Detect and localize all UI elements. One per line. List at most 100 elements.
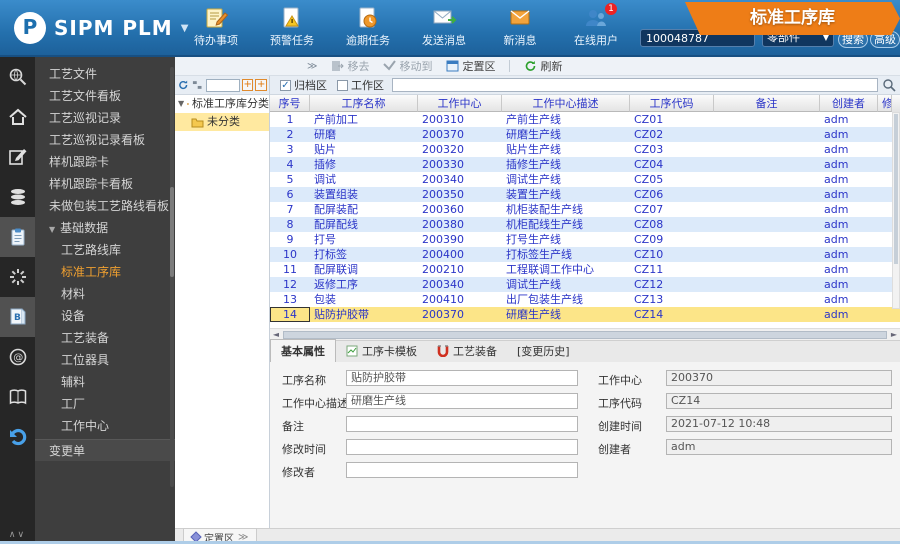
form-field-修改时间[interactable] xyxy=(346,439,578,455)
sidebar-item-11[interactable]: 材料 xyxy=(35,283,175,305)
sidebar-item-3[interactable]: 工艺巡视记录 xyxy=(35,107,175,129)
tab-2[interactable]: 工序卡模板 xyxy=(336,340,427,362)
scroll-left-icon[interactable]: ◄ xyxy=(270,330,282,339)
caret-down-icon[interactable]: ▼ xyxy=(178,95,184,113)
sidebar-item-label: 工作中心 xyxy=(61,419,110,433)
table-row[interactable]: 2 研磨 200370 研磨生产线 CZ02 adm xyxy=(270,127,900,142)
move-out-button[interactable]: 移去 xyxy=(331,58,369,74)
table-hscrollbar[interactable]: ◄ ► xyxy=(270,328,900,340)
hscroll-thumb[interactable] xyxy=(283,330,887,339)
form-field-工序名称[interactable]: 贴防护胶带 xyxy=(346,370,578,386)
tree-filter-input[interactable] xyxy=(205,78,240,92)
table-row[interactable]: 9 打号 200390 打号生产线 CZ09 adm xyxy=(270,232,900,247)
app-logo[interactable]: P SIPM PLM ▼ xyxy=(14,12,188,44)
tab-4[interactable]: [变更历史] xyxy=(507,340,580,362)
scroll-right-icon[interactable]: ► xyxy=(888,330,900,339)
column-header[interactable]: 工作中心 xyxy=(418,95,502,112)
table-row[interactable]: 3 贴片 200320 贴片生产线 CZ03 adm xyxy=(270,142,900,157)
column-header[interactable]: 序号 xyxy=(270,95,310,112)
table-row[interactable]: 1 产前加工 200310 产前生产线 CZ01 adm xyxy=(270,112,900,127)
table-cell xyxy=(878,112,892,127)
sidebar-item-7[interactable]: 未做包装工艺路线看板 xyxy=(35,195,175,217)
column-header[interactable]: 工序名称 xyxy=(310,95,418,112)
tab-3[interactable]: 工艺装备 xyxy=(427,340,507,362)
tree-expand-button[interactable]: + xyxy=(241,79,254,91)
table-row[interactable]: 6 装置组装 200350 装置生产线 CZ06 adm xyxy=(270,187,900,202)
support-icon[interactable]: @ xyxy=(0,337,35,377)
table-row[interactable]: 7 配屏装配 200360 机柜装配生产线 CZ07 adm xyxy=(270,202,900,217)
tree-add-button[interactable]: + xyxy=(255,79,267,91)
edit-icon[interactable] xyxy=(0,137,35,177)
home-icon[interactable] xyxy=(0,97,35,137)
column-header[interactable]: 工作中心描述 xyxy=(502,95,630,112)
tree-layers-icon[interactable] xyxy=(191,79,203,91)
workspace-checkbox[interactable] xyxy=(337,79,348,91)
sidebar-item-4[interactable]: 工艺巡视记录看板 xyxy=(35,129,175,151)
pinned-area-button[interactable]: 定置区 xyxy=(446,58,495,74)
header-button-2[interactable]: 预警任务 xyxy=(261,6,323,52)
table-row[interactable]: 5 调试 200340 调试生产线 CZ05 adm xyxy=(270,172,900,187)
table-row[interactable]: 8 配屏配线 200380 机柜配线生产线 CZ08 adm xyxy=(270,217,900,232)
header-button-3[interactable]: 逾期任务 xyxy=(337,6,399,52)
undo-icon[interactable] xyxy=(0,417,35,457)
sidebar-item-12[interactable]: 设备 xyxy=(35,305,175,327)
table-cell: adm xyxy=(824,248,849,261)
column-header[interactable]: 创建者 xyxy=(820,95,878,112)
rail-scroll-arrows[interactable]: ∧∨ xyxy=(0,530,35,540)
collapse-icon[interactable]: ≫ xyxy=(307,61,317,72)
column-header[interactable]: 备注 xyxy=(714,95,820,112)
column-header[interactable]: 修改者 xyxy=(878,95,892,112)
tree-root[interactable]: ▼ 标准工序库分类 xyxy=(175,95,269,113)
table-cell xyxy=(714,187,820,202)
sidebar-item-1[interactable]: 工艺文件 xyxy=(35,63,175,85)
table-row[interactable]: 4 插修 200330 插修生产线 CZ04 adm xyxy=(270,157,900,172)
sidebar-item-2[interactable]: 工艺文件看板 xyxy=(35,85,175,107)
table-cell xyxy=(878,232,892,247)
database-icon[interactable] xyxy=(0,177,35,217)
sidebar-item-18[interactable]: 变更单 xyxy=(35,439,175,461)
header-button-6[interactable]: 在线用户 1 xyxy=(565,3,627,52)
table-row[interactable]: 12 返修工序 200340 调试生产线 CZ12 adm xyxy=(270,277,900,292)
move-to-button[interactable]: 移动到 xyxy=(383,58,432,74)
table-row[interactable]: 13 包装 200410 出厂包装生产线 CZ13 adm xyxy=(270,292,900,307)
spinner-icon[interactable] xyxy=(0,257,35,297)
search-icon[interactable] xyxy=(882,78,896,92)
refresh-button[interactable]: 刷新 xyxy=(524,58,562,74)
table-filter-input[interactable] xyxy=(392,78,878,92)
sidebar-item-14[interactable]: 工位器具 xyxy=(35,349,175,371)
column-header[interactable]: 工序代码 xyxy=(630,95,714,112)
table-vscrollbar[interactable] xyxy=(892,112,900,309)
table-cell: CZ03 xyxy=(634,143,664,156)
sidebar-item-9[interactable]: 工艺路线库 xyxy=(35,239,175,261)
report-icon[interactable]: B xyxy=(0,297,35,337)
table-row[interactable]: 11 配屏联调 200210 工程联调工作中心 CZ11 adm xyxy=(270,262,900,277)
menu-scrollbar[interactable] xyxy=(170,67,174,487)
sidebar-item-6[interactable]: 样机跟踪卡看板 xyxy=(35,173,175,195)
form-field-备注[interactable] xyxy=(346,416,578,432)
form-field-修改者[interactable] xyxy=(346,462,578,478)
form-field-创建时间[interactable]: 2021-07-12 10:48 xyxy=(666,416,892,432)
sidebar-item-17[interactable]: 工作中心 xyxy=(35,415,175,437)
table-row[interactable]: 14 贴防护胶带 200370 研磨生产线 CZ14 adm xyxy=(270,307,900,322)
sidebar-item-16[interactable]: 工厂 xyxy=(35,393,175,415)
sidebar-item-5[interactable]: 样机跟踪卡 xyxy=(35,151,175,173)
header-button-1[interactable]: 待办事项 xyxy=(185,6,247,52)
archive-checkbox[interactable]: ✓ xyxy=(280,79,291,91)
sidebar-item-10[interactable]: 标准工序库 xyxy=(35,261,175,283)
form-field-工序代码[interactable]: CZ14 xyxy=(666,393,892,409)
sidebar-item-15[interactable]: 辅料 xyxy=(35,371,175,393)
header-button-5[interactable]: 新消息 xyxy=(489,6,551,52)
table-row[interactable]: 10 打标签 200400 打标签生产线 CZ10 adm xyxy=(270,247,900,262)
tree-node-unclassified[interactable]: 未分类 xyxy=(175,113,269,131)
tree-refresh-icon[interactable] xyxy=(177,79,189,91)
search-globe-icon[interactable] xyxy=(0,57,35,97)
form-field-工作中心[interactable]: 200370 xyxy=(666,370,892,386)
form-field-工作中心描述[interactable]: 研磨生产线 xyxy=(346,393,578,409)
book-icon[interactable] xyxy=(0,377,35,417)
sidebar-item-13[interactable]: 工艺装备 xyxy=(35,327,175,349)
tab-1[interactable]: 基本属性 xyxy=(270,339,336,362)
sidebar-item-8[interactable]: ▼ 基础数据 xyxy=(35,217,175,239)
header-button-4[interactable]: 发送消息 xyxy=(413,6,475,52)
form-field-创建者[interactable]: adm xyxy=(666,439,892,455)
clipboard-icon[interactable] xyxy=(0,217,35,257)
